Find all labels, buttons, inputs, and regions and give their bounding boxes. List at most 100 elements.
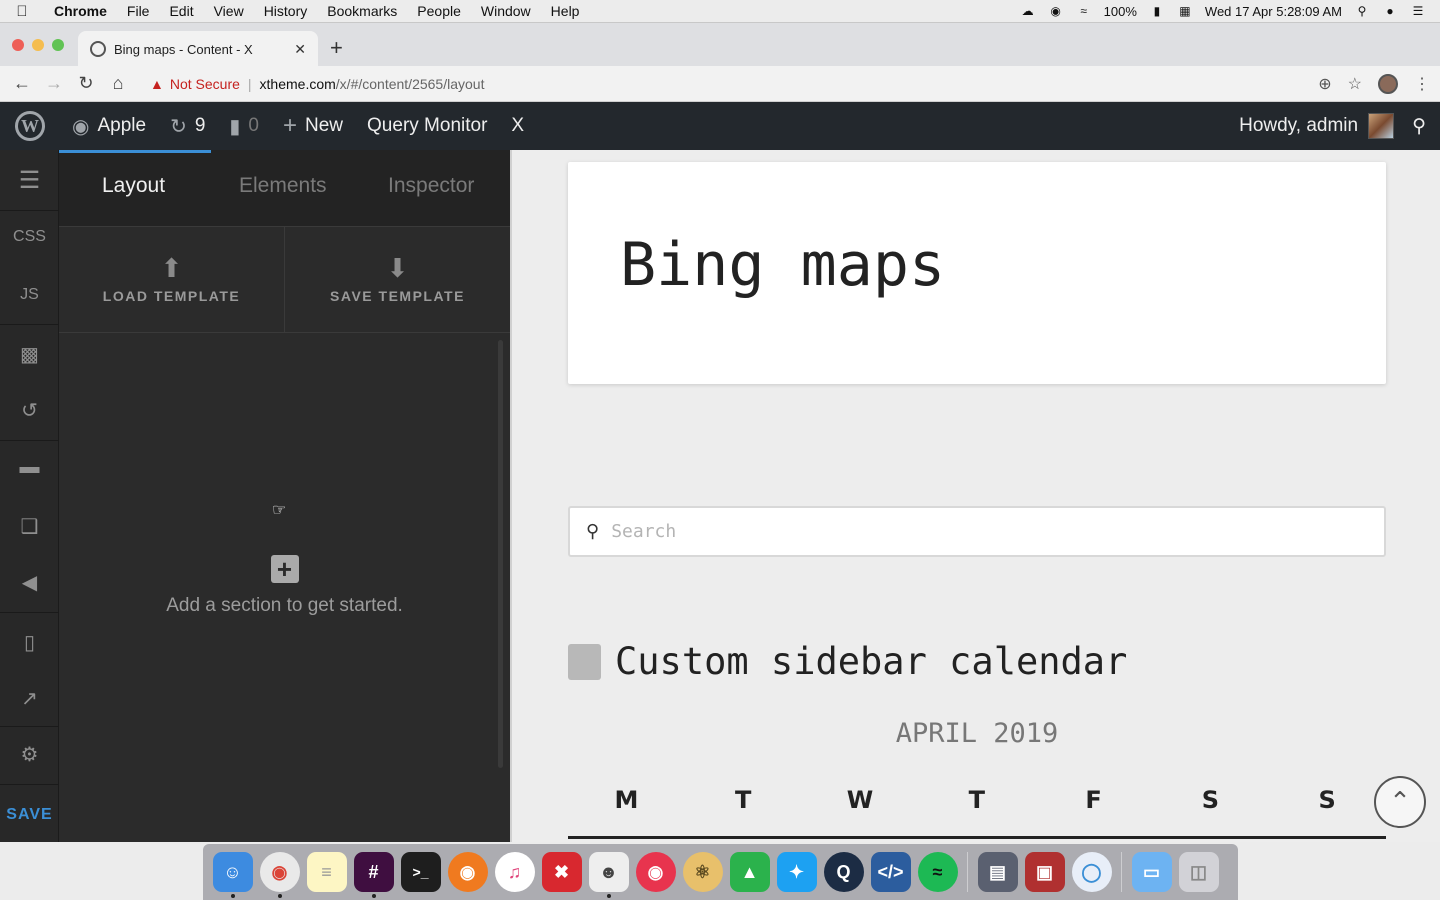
external-link-icon[interactable]: ↗ bbox=[0, 686, 59, 711]
save-button[interactable]: SAVE bbox=[0, 806, 59, 824]
input-source-icon[interactable]: ▦ bbox=[1177, 4, 1193, 18]
history-icon[interactable]: ↺ bbox=[0, 398, 59, 423]
window-minimize-button[interactable] bbox=[32, 39, 44, 51]
terminal-icon[interactable]: >_ bbox=[400, 852, 441, 892]
browser-tab[interactable]: Bing maps - Content - X ✕ bbox=[78, 31, 318, 67]
spotlight-search-icon[interactable]: ⚲ bbox=[1354, 4, 1370, 18]
firefox-icon[interactable]: ◉ bbox=[447, 852, 488, 892]
vscode-icon[interactable]: </> bbox=[870, 852, 911, 892]
menu-edit[interactable]: Edit bbox=[159, 3, 203, 19]
itunes-icon[interactable]: ♫ bbox=[494, 852, 535, 892]
responsive-icon[interactable]: ▯ bbox=[0, 630, 59, 655]
safari-icon[interactable]: ◯ bbox=[1071, 852, 1112, 892]
siri-icon[interactable]: ● bbox=[1382, 4, 1398, 18]
load-template-button[interactable]: ⬆ LOAD TEMPLATE bbox=[59, 227, 284, 333]
site-name-item[interactable]: ◉ Apple bbox=[60, 102, 158, 150]
battery-icon[interactable]: ▮ bbox=[1149, 4, 1165, 18]
builder-icon-rail: ☰ CSS JS ▩ ↺ ▬ ❑ ◀ ▯ ↗ ⚙ SAVE bbox=[0, 150, 59, 842]
photobooth-icon[interactable]: ▣ bbox=[1024, 852, 1065, 892]
apple-menu-icon[interactable]:  bbox=[0, 3, 44, 20]
profile-avatar[interactable] bbox=[1378, 74, 1398, 94]
browser-toolbar: ← → ↻ ⌂ ▲ Not Secure | xtheme.com /x/#/c… bbox=[0, 66, 1440, 102]
wordpress-logo-icon[interactable]: W bbox=[0, 102, 60, 150]
save-template-button[interactable]: ⬇ SAVE TEMPLATE bbox=[285, 227, 510, 333]
menu-people[interactable]: People bbox=[407, 3, 471, 19]
calendar-month: APRIL 2019 bbox=[895, 718, 1059, 749]
atom-icon[interactable]: ⚛ bbox=[682, 852, 723, 892]
admin-search-icon[interactable]: ⚲ bbox=[1408, 102, 1440, 150]
menu-hamburger-icon[interactable]: ☰ bbox=[0, 166, 59, 195]
window-close-button[interactable] bbox=[12, 39, 24, 51]
layout-icon[interactable]: ▩ bbox=[0, 342, 59, 367]
menu-clock[interactable]: Wed 17 Apr 5:28:09 AM bbox=[1205, 4, 1342, 19]
active-tab-indicator bbox=[59, 150, 211, 153]
menu-window[interactable]: Window bbox=[471, 3, 541, 19]
reload-icon[interactable]: ↻ bbox=[70, 73, 102, 94]
weekday-mon: M bbox=[614, 786, 639, 814]
menu-view[interactable]: View bbox=[204, 3, 254, 19]
menu-history[interactable]: History bbox=[254, 3, 318, 19]
macos-menu-bar:  Chrome File Edit View History Bookmark… bbox=[0, 0, 1440, 22]
rail-js-button[interactable]: JS bbox=[0, 286, 59, 304]
comment-icon: ▮ bbox=[229, 115, 241, 138]
spotify-icon[interactable]: ≈ bbox=[917, 852, 958, 892]
menu-bookmarks[interactable]: Bookmarks bbox=[317, 3, 407, 19]
comments-item[interactable]: ▮ 0 bbox=[217, 102, 271, 150]
x-menu-item[interactable]: X bbox=[499, 102, 536, 150]
updates-icon: ↻ bbox=[170, 115, 187, 138]
notes-icon[interactable]: ≡ bbox=[306, 852, 347, 892]
menu-file[interactable]: File bbox=[117, 3, 160, 19]
settings-gear-icon[interactable]: ⚙ bbox=[0, 742, 59, 767]
trash-icon[interactable]: ◫ bbox=[1178, 852, 1219, 892]
notification-center-icon[interactable]: ☰ bbox=[1410, 4, 1426, 18]
tab-layout[interactable]: Layout bbox=[102, 174, 165, 198]
scroll-top-button[interactable]: ⌃ bbox=[1374, 776, 1426, 828]
footer-icon[interactable]: ▬ bbox=[0, 456, 59, 479]
downloads-folder-icon[interactable]: ▭ bbox=[1131, 852, 1172, 892]
search-box: ⚲ bbox=[568, 506, 1386, 557]
network-icon[interactable]: ▤ bbox=[977, 852, 1018, 892]
search-input[interactable] bbox=[611, 521, 1312, 542]
record-icon[interactable]: ◉ bbox=[1048, 4, 1064, 18]
collapse-icon[interactable]: ◀ bbox=[0, 570, 59, 595]
quicktime-icon[interactable]: Q bbox=[823, 852, 864, 892]
tab-inspector[interactable]: Inspector bbox=[388, 174, 474, 198]
menu-app-name[interactable]: Chrome bbox=[44, 3, 117, 19]
feedly-icon[interactable]: ▲ bbox=[729, 852, 770, 892]
slack-icon[interactable]: # bbox=[353, 852, 394, 898]
finder-icon[interactable]: ☺ bbox=[212, 852, 253, 898]
wifi-icon[interactable]: ≈ bbox=[1076, 4, 1092, 18]
new-tab-button[interactable]: + bbox=[330, 35, 343, 61]
new-content-item[interactable]: + New bbox=[271, 102, 355, 150]
my-account-item[interactable]: Howdy, admin bbox=[1227, 102, 1408, 150]
forward-icon[interactable]: → bbox=[38, 73, 70, 94]
chrome-menu-icon[interactable]: ⋮ bbox=[1414, 74, 1430, 94]
home-icon[interactable]: ⌂ bbox=[102, 73, 134, 94]
tableplus-icon[interactable]: ☻ bbox=[588, 852, 629, 898]
twitter-icon[interactable]: ✦ bbox=[776, 852, 817, 892]
chrome-icon[interactable]: ◉ bbox=[259, 852, 300, 898]
zoom-icon[interactable]: ⊕ bbox=[1318, 74, 1331, 94]
panel-scrollbar[interactable] bbox=[498, 340, 503, 768]
back-icon[interactable]: ← bbox=[6, 73, 38, 94]
query-monitor-item[interactable]: Query Monitor bbox=[355, 102, 499, 150]
rail-css-button[interactable]: CSS bbox=[0, 228, 59, 246]
menu-help[interactable]: Help bbox=[541, 3, 590, 19]
builder-panel: Layout Elements Inspector ⬆ LOAD TEMPLAT… bbox=[59, 150, 510, 842]
templates-icon[interactable]: ❑ bbox=[0, 514, 59, 539]
creative-cloud-icon[interactable]: ☁ bbox=[1020, 4, 1036, 18]
address-bar[interactable]: ▲ Not Secure | xtheme.com /x/#/content/2… bbox=[140, 69, 1365, 99]
updates-item[interactable]: ↻ 9 bbox=[158, 102, 217, 150]
comments-count: 0 bbox=[248, 115, 259, 136]
window-zoom-button[interactable] bbox=[52, 39, 64, 51]
browser-tab-strip: Bing maps - Content - X ✕ + bbox=[0, 22, 1440, 67]
add-section-icon[interactable]: + bbox=[270, 555, 299, 583]
bookmark-star-icon[interactable]: ☆ bbox=[1348, 74, 1362, 94]
lips-icon[interactable]: ◉ bbox=[635, 852, 676, 892]
tab-close-icon[interactable]: ✕ bbox=[294, 41, 306, 58]
tab-elements[interactable]: Elements bbox=[239, 174, 327, 198]
crossover-icon[interactable]: ✖ bbox=[541, 852, 582, 892]
security-label[interactable]: Not Secure bbox=[170, 76, 240, 92]
dashboard-icon: ◉ bbox=[72, 115, 90, 138]
page-preview: Bing maps ⚲ Custom sidebar calendar APRI… bbox=[510, 150, 1440, 842]
